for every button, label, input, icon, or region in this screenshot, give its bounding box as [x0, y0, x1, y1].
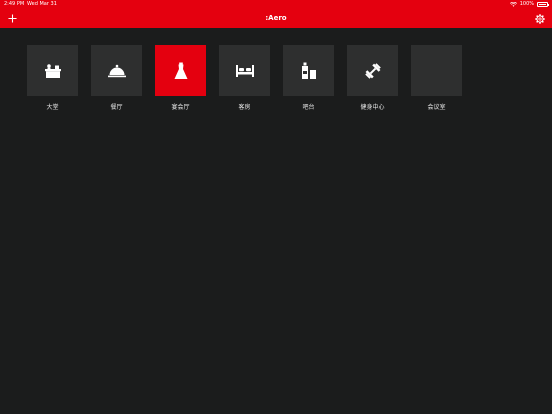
bar-bottle-icon	[301, 62, 316, 79]
room-tile-box[interactable]	[219, 45, 270, 96]
room-tile-box[interactable]	[347, 45, 398, 96]
status-bar: 2:49 PM Wed Mar 31 100%	[0, 0, 552, 9]
room-label: 餐厅	[110, 104, 123, 111]
room-tile-box[interactable]	[411, 45, 462, 96]
settings-button[interactable]	[533, 12, 546, 25]
room-tile-box[interactable]	[27, 45, 78, 96]
plus-icon	[8, 14, 17, 23]
room-tile-guestroom[interactable]: 客房	[219, 45, 270, 111]
room-label: 会议室	[427, 104, 446, 111]
banquet-dress-icon	[174, 62, 187, 79]
status-date: Wed Mar 31	[27, 1, 57, 7]
room-label: 客房	[238, 104, 251, 111]
room-label: 吧台	[302, 104, 315, 111]
room-tile-banquet[interactable]: 宴会厅	[155, 45, 206, 111]
gear-icon	[534, 13, 545, 24]
status-right: 100%	[509, 0, 549, 9]
cloche-icon	[107, 64, 126, 77]
nav-bar: :Aero	[0, 9, 552, 28]
room-tile-box[interactable]	[155, 45, 206, 96]
status-time: 2:49 PM	[4, 1, 25, 7]
battery-icon	[537, 2, 549, 7]
wifi-icon	[509, 2, 517, 7]
room-tile-meeting[interactable]: 会议室	[411, 45, 462, 111]
room-grid: 大堂 餐厅 宴会厅 客房 吧台 健身中心 会议室	[27, 45, 462, 111]
room-tile-lobby[interactable]: 大堂	[27, 45, 78, 111]
add-button[interactable]	[6, 12, 19, 25]
battery-percent: 100%	[519, 1, 534, 7]
room-label: 大堂	[46, 104, 59, 111]
bed-icon	[235, 64, 254, 77]
page-title: :Aero	[265, 14, 287, 22]
room-tile-fitness[interactable]: 健身中心	[347, 45, 398, 111]
room-tile-restaurant[interactable]: 餐厅	[91, 45, 142, 111]
room-tile-box[interactable]	[91, 45, 142, 96]
room-tile-bar[interactable]: 吧台	[283, 45, 334, 111]
room-label: 健身中心	[360, 104, 385, 111]
room-label: 宴会厅	[171, 104, 190, 111]
lobby-desk-icon	[44, 63, 61, 78]
room-tile-box[interactable]	[283, 45, 334, 96]
dumbbell-icon	[364, 62, 381, 79]
